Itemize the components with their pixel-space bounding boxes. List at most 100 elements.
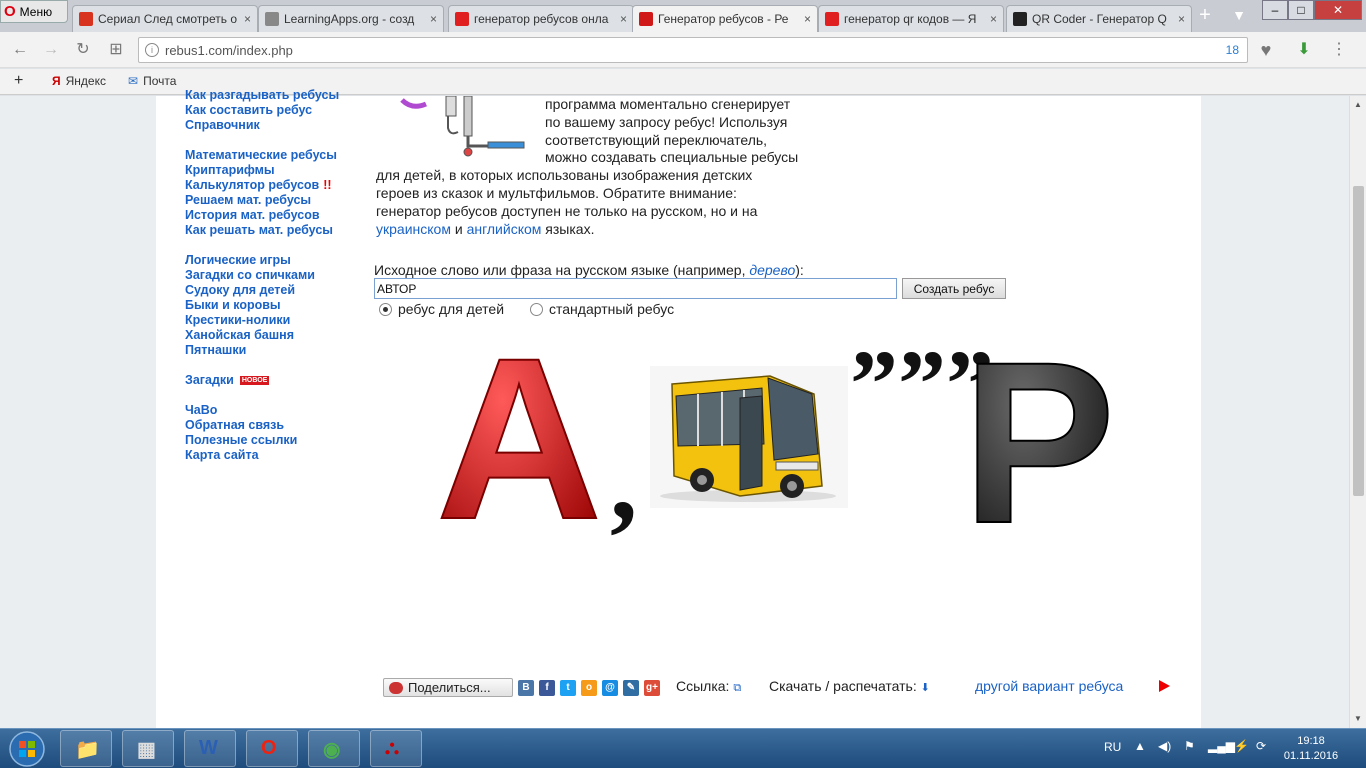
vk-icon[interactable]: В (518, 680, 534, 696)
close-tab-icon[interactable]: × (804, 12, 811, 26)
sidebar-link[interactable]: Карта сайта (185, 448, 365, 463)
minimize-button[interactable]: – (1262, 0, 1288, 20)
scroll-up-icon[interactable]: ▲ (1354, 100, 1362, 109)
flag-icon[interactable]: ⚑ (1184, 739, 1195, 753)
radio-kids-circle[interactable] (379, 302, 392, 316)
tab[interactable]: генератор qr кодов — Я × (818, 5, 1004, 32)
tab-menu-icon[interactable]: ▼ (1228, 5, 1250, 27)
maximize-button[interactable]: □ (1288, 0, 1314, 20)
play-arrow-icon[interactable] (1159, 680, 1170, 692)
network-icon[interactable]: ▂▄▆ (1208, 739, 1235, 753)
tab[interactable]: QR Coder - Генератор Q × (1006, 5, 1192, 32)
bookmark-mail[interactable]: ✉ Почта (128, 74, 176, 88)
link-field[interactable]: Ссылка: ⧉ (676, 678, 741, 695)
sidebar-link[interactable]: ЧаВо (185, 403, 365, 418)
adblock-count[interactable]: 18 (1226, 43, 1239, 57)
create-rebus-button[interactable]: Создать ребус (902, 278, 1006, 299)
odnoklassniki-icon[interactable]: о (581, 680, 597, 696)
sidebar-link[interactable]: Обратная связь (185, 418, 365, 433)
sidebar-link[interactable]: Математические ребусы (185, 148, 365, 163)
word-input[interactable] (374, 278, 897, 299)
close-window-button[interactable]: ✕ (1314, 0, 1362, 20)
sync-icon[interactable]: ⟳ (1256, 739, 1266, 753)
calculator-icon[interactable]: ▦ (122, 730, 174, 767)
example-link[interactable]: дерево (749, 262, 795, 278)
sidebar-link[interactable]: Калькулятор ребусов!! (185, 178, 365, 193)
bus-picture (650, 366, 848, 508)
language-indicator[interactable]: RU (1104, 740, 1121, 754)
sidebar-link[interactable]: Логические игры (185, 253, 365, 268)
show-hidden-icons[interactable]: ▲ (1134, 739, 1146, 753)
other-variant-link[interactable]: другой вариант ребуса (975, 678, 1123, 694)
livejournal-icon[interactable]: ✎ (623, 680, 639, 696)
url-field[interactable]: i rebus1.com/index.php 18 (138, 37, 1248, 63)
extensions-icon[interactable]: ⋮ (1328, 39, 1350, 61)
start-button[interactable] (2, 729, 52, 769)
acrobat-icon[interactable]: ⛬ (370, 730, 422, 767)
sidebar-link[interactable]: Решаем мат. ребусы (185, 193, 365, 208)
chrome-icon[interactable]: ◉ (308, 730, 360, 767)
twitter-icon[interactable]: t (560, 680, 576, 696)
back-button[interactable]: ← (9, 39, 31, 61)
speed-dial-icon[interactable]: ⊞ (105, 39, 127, 61)
ukrainian-link[interactable]: украинском (376, 221, 451, 237)
url-text: rebus1.com/index.php (165, 42, 293, 58)
close-tab-icon[interactable]: × (620, 12, 627, 26)
close-tab-icon[interactable]: × (244, 12, 251, 26)
opera-menu-button[interactable]: O Меню (0, 0, 68, 23)
share-button[interactable]: Поделиться... (383, 678, 513, 697)
mailru-icon[interactable]: @ (602, 680, 618, 696)
external-link-icon[interactable]: ⧉ (733, 682, 741, 694)
reload-button[interactable]: ↻ (72, 39, 94, 61)
close-tab-icon[interactable]: × (990, 12, 997, 26)
vertical-scrollbar[interactable]: ▲ ▼ (1349, 96, 1366, 728)
sidebar-link[interactable]: Загадки со спичками (185, 268, 365, 283)
tab[interactable]: Сериал След смотреть о × (72, 5, 258, 32)
tab[interactable]: Генератор ребусов - Ре × (632, 5, 818, 32)
sidebar-link[interactable]: Пятнашки (185, 343, 365, 358)
sidebar-link[interactable]: Как разгадывать ребусы (185, 88, 365, 103)
sidebar-link[interactable]: Криптарифмы (185, 163, 365, 178)
sidebar-link[interactable]: Как составить ребус (185, 103, 365, 118)
googleplus-icon[interactable]: g+ (644, 680, 660, 696)
site-info-icon[interactable]: i (145, 43, 159, 57)
bookmark-yandex[interactable]: Я Яндекс (52, 74, 106, 88)
facebook-icon[interactable]: f (539, 680, 555, 696)
add-bookmark-icon[interactable]: + (14, 72, 23, 90)
close-tab-icon[interactable]: × (1178, 12, 1185, 26)
sidebar-link[interactable]: Судоку для детей (185, 283, 365, 298)
sidebar-link[interactable]: История мат. ребусов (185, 208, 365, 223)
share-label: Поделиться... (408, 680, 491, 695)
word-icon[interactable]: W (184, 730, 236, 767)
clock[interactable]: 19:18 01.11.2016 (1276, 734, 1346, 764)
new-tab-button[interactable]: + (1194, 5, 1216, 27)
sidebar-link[interactable]: Ханойская башня (185, 328, 365, 343)
close-tab-icon[interactable]: × (430, 12, 437, 26)
sidebar-link[interactable]: Крестики-нолики (185, 313, 365, 328)
radio-standard-circle[interactable] (530, 302, 543, 316)
download-arrow-icon[interactable]: ⬇ (921, 682, 930, 694)
opera-icon[interactable]: O (246, 730, 298, 767)
radio-kids[interactable]: ребус для детей (379, 301, 504, 317)
sidebar-link[interactable]: Как решать мат. ребусы (185, 223, 365, 238)
sidebar-link[interactable]: Справочник (185, 118, 365, 133)
sidebar-link[interactable]: Загадки НОВОЕ (185, 373, 365, 388)
tab-title: генератор qr кодов — Я (844, 12, 977, 26)
tab[interactable]: LearningApps.org - созд × (258, 5, 444, 32)
forward-button[interactable]: → (40, 39, 62, 61)
english-link[interactable]: английском (467, 221, 542, 237)
radio-standard[interactable]: стандартный ребус (530, 301, 674, 317)
scrollbar-thumb[interactable] (1353, 186, 1364, 496)
heart-icon[interactable]: ♥ (1255, 39, 1277, 61)
tab[interactable]: генератор ребусов онла × (448, 5, 634, 32)
download-field[interactable]: Скачать / распечатать: ⬇ (769, 678, 930, 694)
scroll-down-icon[interactable]: ▼ (1354, 714, 1362, 723)
volume-icon[interactable]: ◀) (1158, 739, 1171, 753)
power-icon[interactable]: ⚡ (1234, 739, 1249, 753)
download-icon[interactable]: ⬇ (1293, 39, 1315, 61)
sidebar-link[interactable]: Быки и коровы (185, 298, 365, 313)
tab-title: генератор ребусов онла (474, 12, 609, 26)
explorer-icon[interactable]: 📁 (60, 730, 112, 767)
tab-title: QR Coder - Генератор Q (1032, 12, 1167, 26)
sidebar-link[interactable]: Полезные ссылки (185, 433, 365, 448)
